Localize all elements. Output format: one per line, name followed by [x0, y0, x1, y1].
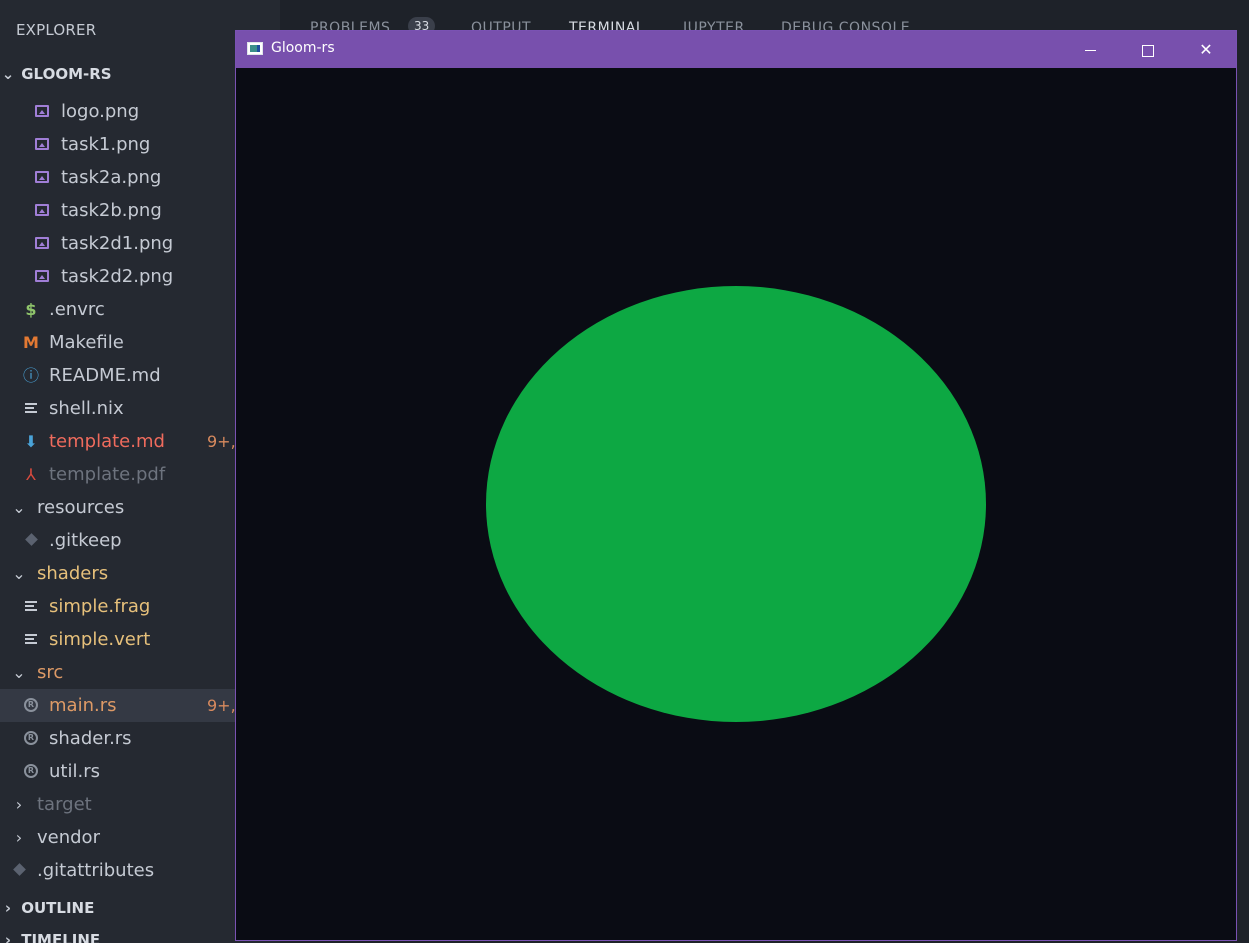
tree-item-label: shader.rs — [49, 728, 132, 749]
tree-item-label: task2d2.png — [61, 266, 174, 287]
project-root-header[interactable]: ⌄ GLOOM-RS — [0, 62, 112, 86]
image-icon — [32, 161, 52, 194]
chevron-down-icon: ⌄ — [1, 65, 15, 83]
minimize-icon — [1084, 50, 1096, 51]
tree-item-label: template.pdf — [49, 464, 166, 485]
tree-item-label: logo.png — [61, 101, 140, 122]
info-icon: ⓘ — [22, 366, 39, 385]
tree-item-label: Makefile — [49, 332, 124, 353]
window-titlebar[interactable]: Gloom-rs ✕ — [236, 31, 1236, 68]
dollar-icon: $ — [25, 300, 37, 319]
window-title: Gloom-rs — [271, 40, 335, 56]
gloom-rs-window: Gloom-rs ✕ — [235, 30, 1237, 941]
tree-item-label: README.md — [49, 365, 161, 386]
tree-item-label: util.rs — [49, 761, 100, 782]
close-icon: ✕ — [1199, 40, 1213, 59]
maximize-icon — [1142, 44, 1154, 57]
rust-icon: R — [21, 722, 41, 755]
outline-section-header[interactable]: › OUTLINE — [0, 896, 94, 920]
rust-icon: R — [21, 689, 41, 722]
image-icon — [32, 227, 52, 260]
rust-icon: R — [21, 755, 41, 788]
tree-item-label: simple.frag — [49, 596, 151, 617]
tree-item-label: src — [37, 662, 64, 683]
chevron-right-icon: › — [15, 828, 23, 847]
tree-item-label: task2d1.png — [61, 233, 174, 254]
markdown-arrow-icon: ⬇ — [24, 432, 38, 451]
tree-item-label: .gitkeep — [49, 530, 122, 551]
project-name: GLOOM-RS — [21, 65, 112, 83]
tree-item-label: shaders — [37, 563, 109, 584]
tree-item-label: vendor — [37, 827, 100, 848]
green-ellipse — [486, 286, 986, 722]
render-canvas[interactable] — [236, 68, 1236, 940]
tree-item-label: target — [37, 794, 92, 815]
chevron-down-icon: ⌄ — [12, 498, 26, 517]
maximize-button[interactable] — [1125, 31, 1171, 68]
problem-count-badge: 9+, — [207, 432, 236, 451]
image-icon — [32, 128, 52, 161]
text-lines-icon — [21, 392, 41, 425]
app-window-icon — [247, 42, 263, 55]
tree-item-label: template.md — [49, 431, 165, 452]
chevron-right-icon: › — [15, 795, 23, 814]
tree-item-label: shell.nix — [49, 398, 124, 419]
image-icon — [32, 95, 52, 128]
close-button[interactable]: ✕ — [1183, 31, 1229, 68]
tree-item-label: simple.vert — [49, 629, 151, 650]
chevron-right-icon: › — [4, 899, 12, 917]
tree-item-label: task1.png — [61, 134, 151, 155]
minimize-button[interactable] — [1067, 31, 1113, 68]
git-icon — [21, 524, 41, 557]
timeline-label: TIMELINE — [21, 931, 101, 943]
image-icon — [32, 260, 52, 293]
chevron-right-icon: › — [4, 931, 12, 943]
panel-tab-bar: PROBLEMS 33 OUTPUT TERMINAL JUPYTER DEBU… — [280, 0, 1249, 36]
tree-item-label: task2b.png — [61, 200, 162, 221]
tree-item-label: .gitattributes — [37, 860, 155, 881]
timeline-section-header[interactable]: › TIMELINE — [0, 928, 100, 943]
makefile-icon: M — [23, 333, 39, 352]
git-icon — [9, 854, 29, 887]
text-lines-icon — [21, 590, 41, 623]
explorer-title: EXPLORER — [16, 21, 97, 39]
outline-label: OUTLINE — [21, 899, 95, 917]
problem-count-badge: 9+, — [207, 696, 236, 715]
tree-item-label: resources — [37, 497, 125, 518]
tree-item-label: main.rs — [49, 695, 117, 716]
chevron-down-icon: ⌄ — [12, 564, 26, 583]
tree-item-label: task2a.png — [61, 167, 162, 188]
text-lines-icon — [21, 623, 41, 656]
tree-item-label: .envrc — [49, 299, 105, 320]
pdf-icon: ⅄ — [26, 465, 36, 484]
image-icon — [32, 194, 52, 227]
chevron-down-icon: ⌄ — [12, 663, 26, 682]
